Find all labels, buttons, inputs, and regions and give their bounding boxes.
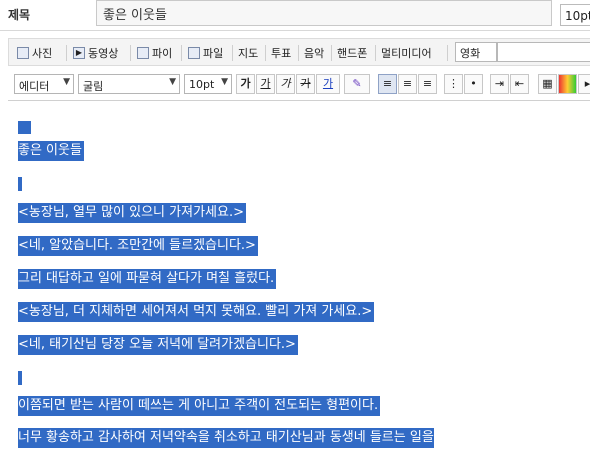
editor-body[interactable]: 좋은 이웃들 <농장님, 열무 많이 있으니 가져가세요.> <네, 알았습니다… (0, 101, 590, 456)
selection-block (18, 371, 22, 385)
title-label: 제목 (8, 8, 31, 22)
font-size-select[interactable]: 10pt ▼ (184, 74, 232, 94)
color-palette-button[interactable] (558, 74, 577, 94)
divider (66, 45, 67, 61)
divider (298, 45, 299, 61)
align-right-icon: ≡ (422, 77, 433, 90)
table-button[interactable]: ▦ (538, 74, 557, 94)
italic-button[interactable]: 가 (276, 74, 295, 94)
selection-block (18, 121, 31, 134)
divider (447, 45, 448, 61)
divider (331, 45, 332, 61)
align-left-icon: ≡ (382, 77, 393, 90)
align-center-icon: ≡ (402, 77, 413, 90)
disk-icon (188, 47, 200, 59)
lang-select-label: 영화 (460, 47, 481, 60)
align-left-button[interactable]: ≡ (378, 74, 397, 94)
text-color-button[interactable]: 가 (316, 74, 340, 94)
multimedia-label: 멀티미디어 (381, 47, 432, 60)
indent-button[interactable]: ⇥ (490, 74, 509, 94)
underline-button[interactable]: 가 (256, 74, 275, 94)
indent-icon: ⇥ (494, 77, 505, 90)
phone-button[interactable]: 핸드폰 (337, 45, 367, 61)
content-line: 너무 황송하고 감사하여 저녁약속을 취소하고 태기산님과 동생네 들르는 일을 (18, 428, 434, 448)
file-button[interactable]: 파일 (188, 45, 223, 61)
lang-select[interactable]: 영화 (455, 42, 497, 62)
table-icon: ▦ (542, 77, 553, 90)
photo-button[interactable]: 사진 (17, 45, 52, 61)
photo-label: 사진 (32, 47, 53, 60)
highlight-button[interactable]: ✎ (344, 74, 370, 94)
vote-button[interactable]: 투표 (271, 45, 291, 61)
content-line: <네, 태기산님 당장 오늘 저녁에 달려가겠습니다.> (18, 335, 298, 355)
font-label: 굴림 (83, 80, 104, 93)
photo-icon (17, 47, 29, 59)
strikethrough-button[interactable]: 가 (296, 74, 315, 94)
more-icon: ▸ (584, 77, 590, 90)
phone-label: 핸드폰 (337, 47, 368, 60)
divider (130, 45, 131, 61)
bullet-list-icon: • (470, 77, 477, 90)
multimedia-button[interactable]: 멀티미디어 (381, 45, 432, 61)
format-toolbar: 에디터 ▼ 굴림 ▼ 10pt ▼ 가 가 가 가 가 ✎ ≡ ≡ ≡ ⋮ • … (8, 70, 590, 98)
divider (375, 45, 376, 61)
insert-toolbar: 사진 ▶ 동영상 파이 파일 지도 투표 음악 핸드폰 멀티미디어 영화 (8, 38, 590, 66)
content-line: 이쯤되면 받는 사람이 떼쓰는 게 아니고 주객이 전도되는 형편이다. (18, 396, 381, 416)
align-right-button[interactable]: ≡ (418, 74, 437, 94)
font-select[interactable]: 굴림 ▼ (78, 74, 180, 94)
music-button[interactable]: 음악 (304, 45, 324, 61)
align-center-button[interactable]: ≡ (398, 74, 417, 94)
editor-mode-label: 에디터 (19, 80, 50, 93)
chevron-down-icon: ▼ (169, 77, 176, 87)
font-size-label: 10pt (189, 78, 215, 91)
title-font-size-select[interactable]: 10pt (560, 4, 590, 26)
grid-icon (137, 47, 149, 59)
selection-block (18, 177, 22, 191)
title-input[interactable]: 좋은 이웃들 (96, 0, 552, 26)
divider (232, 45, 233, 61)
divider (265, 45, 266, 61)
outdent-icon: ⇤ (514, 77, 525, 90)
numbered-list-button[interactable]: ⋮ (444, 74, 463, 94)
bullet-list-button[interactable]: • (464, 74, 483, 94)
map-button[interactable]: 지도 (238, 45, 258, 61)
outdent-button[interactable]: ⇤ (510, 74, 529, 94)
map-label: 지도 (238, 47, 259, 60)
content-line: 좋은 이웃들 (18, 141, 84, 161)
video-icon: ▶ (73, 47, 85, 59)
chevron-down-icon: ▼ (221, 77, 228, 87)
music-label: 음악 (304, 47, 325, 60)
pie-label: 파이 (152, 47, 173, 60)
pie-button[interactable]: 파이 (137, 45, 172, 61)
video-label: 동영상 (88, 47, 119, 60)
divider (181, 45, 182, 61)
bold-button[interactable]: 가 (236, 74, 255, 94)
content-line: <네, 알았습니다. 조만간에 들르겠습니다.> (18, 236, 258, 256)
highlight-icon: ✎ (352, 77, 362, 90)
editor-mode-select[interactable]: 에디터 ▼ (14, 74, 74, 94)
content-line: <농장님, 더 지체하면 세어져서 먹지 못해요. 빨리 가져 가세요.> (18, 302, 375, 322)
lang-search-input[interactable] (497, 42, 590, 62)
numbered-list-icon: ⋮ (448, 77, 459, 90)
content-line: <농장님, 열무 많이 있으니 가져가세요.> (18, 203, 246, 223)
vote-label: 투표 (271, 47, 292, 60)
file-label: 파일 (203, 47, 224, 60)
chevron-down-icon: ▼ (63, 77, 70, 87)
more-button[interactable]: ▸ (578, 74, 590, 94)
title-row: 제목 좋은 이웃들 10pt (0, 0, 590, 31)
content-line: 그리 대답하고 일에 파묻혀 살다가 며칠 흘렀다. (18, 269, 277, 289)
video-button[interactable]: ▶ 동영상 (73, 45, 118, 61)
